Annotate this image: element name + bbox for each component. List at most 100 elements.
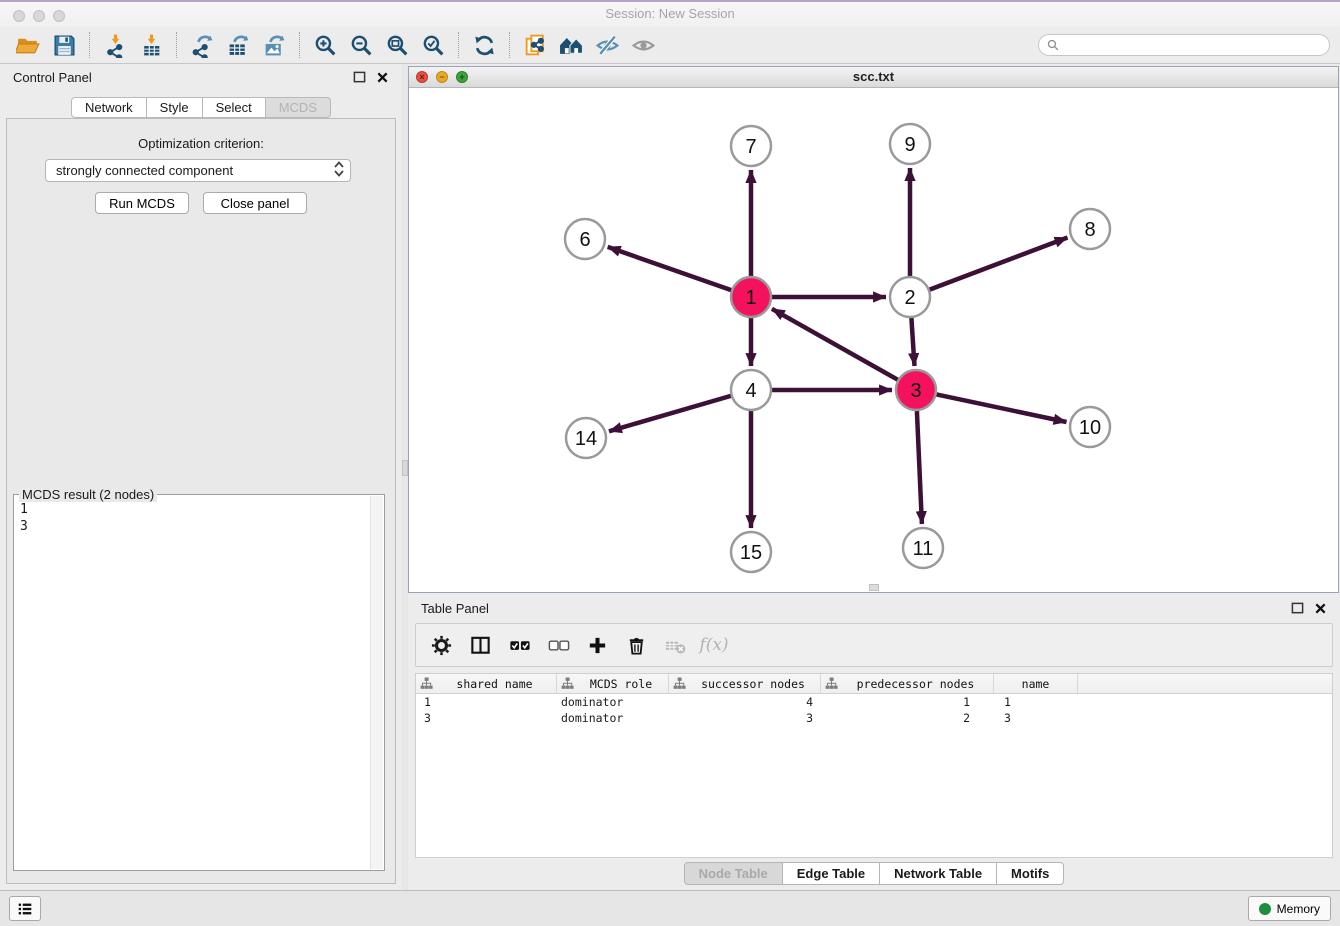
hide-selected-button[interactable] <box>589 30 625 60</box>
graph-node-8[interactable]: 8 <box>1070 209 1110 249</box>
zoom-in-button[interactable] <box>307 30 343 60</box>
table-row[interactable]: 3dominator323 <box>416 710 1332 726</box>
function-builder-icon: f(x) <box>699 635 728 655</box>
tab-select[interactable]: Select <box>203 97 266 118</box>
delete-table-button[interactable] <box>662 632 688 658</box>
save-session-button[interactable] <box>46 30 82 60</box>
zoom-in-icon <box>313 33 338 58</box>
control-panel: Control Panel NetworkStyleSelectMCDS Opt… <box>0 64 402 890</box>
status-bar: Memory <box>0 890 1340 926</box>
search-input[interactable] <box>1064 38 1322 52</box>
tree-column-icon <box>825 677 838 690</box>
tab-node-table[interactable]: Node Table <box>684 862 783 885</box>
toggle-views-button[interactable] <box>467 632 493 658</box>
graph-node-2[interactable]: 2 <box>890 277 930 317</box>
graph-node-14[interactable]: 14 <box>566 418 606 458</box>
clone-network-button[interactable] <box>517 30 553 60</box>
mcds-result-list[interactable]: 1 3 <box>16 498 369 868</box>
home-neighbors-button[interactable] <box>553 30 589 60</box>
apply-layout-icon <box>472 33 497 58</box>
mcds-result-scrollbar[interactable] <box>370 496 383 869</box>
network-close-button[interactable]: × <box>416 71 428 83</box>
memory-button[interactable]: Memory <box>1248 896 1331 921</box>
graph-node-9[interactable]: 9 <box>890 124 930 164</box>
add-column-icon <box>586 634 609 657</box>
tab-style[interactable]: Style <box>147 97 203 118</box>
function-builder-button[interactable]: f(x) <box>701 632 727 658</box>
graph-edge-4-14[interactable] <box>609 396 731 431</box>
column-header-predecessor-nodes[interactable]: predecessor nodes <box>821 674 994 693</box>
tab-network-table[interactable]: Network Table <box>880 862 997 885</box>
graph-node-10[interactable]: 10 <box>1070 407 1110 447</box>
column-header-name[interactable]: name <box>994 674 1078 693</box>
graph-edge-3-1[interactable] <box>772 309 898 380</box>
import-table-icon <box>139 33 164 58</box>
export-table-button[interactable] <box>220 30 256 60</box>
zoom-out-button[interactable] <box>343 30 379 60</box>
table-cell: 3 <box>416 710 557 726</box>
column-header-shared-name[interactable]: shared name <box>416 674 557 693</box>
network-resize-handle[interactable] <box>869 584 879 591</box>
graph-edge-2-3[interactable] <box>911 318 914 366</box>
float-table-panel-icon[interactable] <box>1291 602 1304 615</box>
show-all-button[interactable] <box>625 30 661 60</box>
optimization-criterion-select[interactable]: strongly connected component <box>45 159 351 182</box>
window-controls <box>13 10 65 22</box>
table-header-row: shared nameMCDS rolesuccessor nodesprede… <box>416 674 1332 694</box>
close-panel-icon[interactable] <box>376 71 389 84</box>
tab-motifs[interactable]: Motifs <box>997 862 1064 885</box>
select-all-button[interactable] <box>506 632 532 658</box>
maximize-window-button[interactable] <box>53 10 65 22</box>
task-history-button[interactable] <box>9 896 41 921</box>
table-cell: 1 <box>994 694 1078 710</box>
close-table-panel-icon[interactable] <box>1314 602 1327 615</box>
table-row[interactable]: 1dominator411 <box>416 694 1332 710</box>
graph-node-15[interactable]: 15 <box>731 532 771 572</box>
network-maximize-button[interactable]: + <box>456 71 468 83</box>
deselect-all-button[interactable] <box>545 632 571 658</box>
apply-layout-button[interactable] <box>466 30 502 60</box>
open-session-button[interactable] <box>10 30 46 60</box>
export-image-button[interactable] <box>256 30 292 60</box>
network-canvas[interactable]: 7 9 6 8 1 2 4 3 14 10 15 11 <box>409 88 1338 592</box>
float-panel-icon[interactable] <box>353 71 366 84</box>
control-panel-tabs: NetworkStyleSelectMCDS <box>0 97 402 118</box>
minimize-window-button[interactable] <box>33 10 45 22</box>
open-session-icon <box>16 33 41 58</box>
graph-node-7[interactable]: 7 <box>731 126 771 166</box>
tree-column-icon <box>420 677 433 690</box>
tab-network[interactable]: Network <box>71 97 147 118</box>
run-mcds-button[interactable]: Run MCDS <box>95 192 189 214</box>
graph-node-4[interactable]: 4 <box>731 370 771 410</box>
table-options-button[interactable] <box>428 632 454 658</box>
table-body: 1dominator4113dominator323 <box>416 694 1332 726</box>
table-cell: 2 <box>821 710 994 726</box>
graph-node-3[interactable]: 3 <box>896 370 936 410</box>
graph-node-6[interactable]: 6 <box>565 219 605 259</box>
toolbar-separator <box>458 32 459 58</box>
graph-edge-1-6[interactable] <box>608 247 732 290</box>
graph-edge-2-8[interactable] <box>930 238 1068 290</box>
tab-edge-table[interactable]: Edge Table <box>783 862 880 885</box>
column-header-successor-nodes[interactable]: successor nodes <box>669 674 821 693</box>
import-network-button[interactable] <box>97 30 133 60</box>
graph-edge-3-10[interactable] <box>937 394 1067 422</box>
column-label: name <box>998 677 1073 691</box>
network-minimize-button[interactable]: − <box>436 71 448 83</box>
search-box[interactable] <box>1038 34 1330 56</box>
import-table-button[interactable] <box>133 30 169 60</box>
delete-selected-button[interactable] <box>623 632 649 658</box>
mcds-result-group: MCDS result (2 nodes) 1 3 <box>13 494 385 871</box>
zoom-fit-button[interactable] <box>379 30 415 60</box>
zoom-selected-button[interactable] <box>415 30 451 60</box>
tab-mcds[interactable]: MCDS <box>266 97 331 118</box>
graph-node-11[interactable]: 11 <box>903 528 943 568</box>
close-window-button[interactable] <box>13 10 25 22</box>
svg-text:4: 4 <box>745 380 756 402</box>
add-column-button[interactable] <box>584 632 610 658</box>
graph-node-1[interactable]: 1 <box>731 277 771 317</box>
graph-edge-3-11[interactable] <box>917 411 922 524</box>
column-header-MCDS-role[interactable]: MCDS role <box>557 674 669 693</box>
export-network-button[interactable] <box>184 30 220 60</box>
close-panel-button[interactable]: Close panel <box>203 192 307 214</box>
